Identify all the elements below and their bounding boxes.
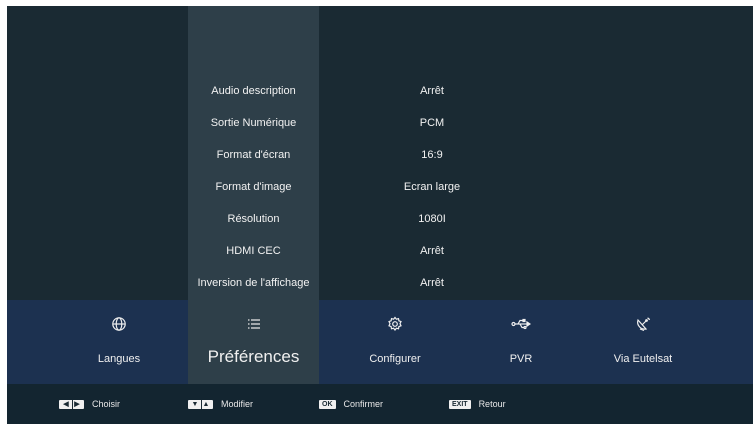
tab-label: PVR: [509, 353, 533, 365]
usb-icon: [461, 316, 581, 332]
hint-label: Choisir: [92, 399, 121, 409]
globe-icon: [59, 316, 179, 332]
hint-label: Confirmer: [343, 399, 384, 409]
tab-preferences[interactable]: Préférences: [188, 300, 319, 384]
footer-hints: ◀ ▶ Choisir ▼ ▲ Modifier OK Confirmer EXIT…: [7, 384, 753, 424]
setting-value: Ecran large: [403, 181, 461, 193]
setting-value: Arrêt: [420, 85, 444, 97]
setting-label: Audio description: [211, 85, 296, 97]
tab-bar: Langues Préférences Configurer PVR Via E…: [7, 300, 753, 384]
setting-row-format-ecran[interactable]: Format d'écran 16:9: [7, 141, 753, 169]
gear-icon: [335, 316, 455, 332]
setting-label: Format d'image: [215, 181, 292, 193]
left-right-arrows-key-icon: ◀ ▶: [59, 399, 84, 409]
setting-value: 1080I: [418, 213, 446, 225]
hint-label: Retour: [478, 399, 506, 409]
tab-pvr[interactable]: PVR: [461, 300, 581, 384]
setting-label: Format d'écran: [216, 149, 291, 161]
hint-label: Modifier: [221, 399, 254, 409]
hint-back: EXIT Retour: [449, 384, 506, 424]
setting-row-resolution[interactable]: Résolution 1080I: [7, 205, 753, 233]
tv-settings-screen: Audio description Arrêt Sortie Numérique…: [7, 6, 753, 424]
hint-choose: ◀ ▶ Choisir: [59, 384, 120, 424]
setting-row-audio-description[interactable]: Audio description Arrêt: [7, 77, 753, 105]
tab-label: Préférences: [207, 347, 300, 366]
ok-key-icon: OK: [319, 399, 336, 409]
down-up-arrows-key-icon: ▼ ▲: [188, 399, 213, 409]
setting-row-hdmi-cec[interactable]: HDMI CEC Arrêt: [7, 237, 753, 265]
tab-configurer[interactable]: Configurer: [335, 300, 455, 384]
setting-value: PCM: [419, 117, 445, 129]
tab-label: Langues: [97, 353, 141, 365]
tab-via-eutelsat[interactable]: Via Eutelsat: [583, 300, 703, 384]
setting-value: Arrêt: [420, 245, 444, 257]
hint-confirm: OK Confirmer: [319, 384, 383, 424]
setting-label: Résolution: [227, 213, 280, 225]
setting-value: Arrêt: [420, 277, 444, 289]
exit-key-icon: EXIT: [449, 399, 471, 409]
list-icon: [188, 316, 319, 332]
setting-row-sortie-numerique[interactable]: Sortie Numérique PCM: [7, 109, 753, 137]
setting-label: Inversion de l'affichage: [197, 277, 310, 289]
setting-label: HDMI CEC: [226, 245, 281, 257]
tab-label: Via Eutelsat: [613, 353, 673, 365]
setting-label: Sortie Numérique: [210, 117, 297, 129]
hint-modify: ▼ ▲ Modifier: [188, 384, 253, 424]
setting-row-format-image[interactable]: Format d'image Ecran large: [7, 173, 753, 201]
setting-row-inversion-affichage[interactable]: Inversion de l'affichage Arrêt: [7, 269, 753, 297]
tab-label: Configurer: [369, 353, 421, 365]
satellite-dish-icon: [583, 316, 703, 332]
setting-value: 16:9: [421, 149, 443, 161]
tab-langues[interactable]: Langues: [59, 300, 179, 384]
